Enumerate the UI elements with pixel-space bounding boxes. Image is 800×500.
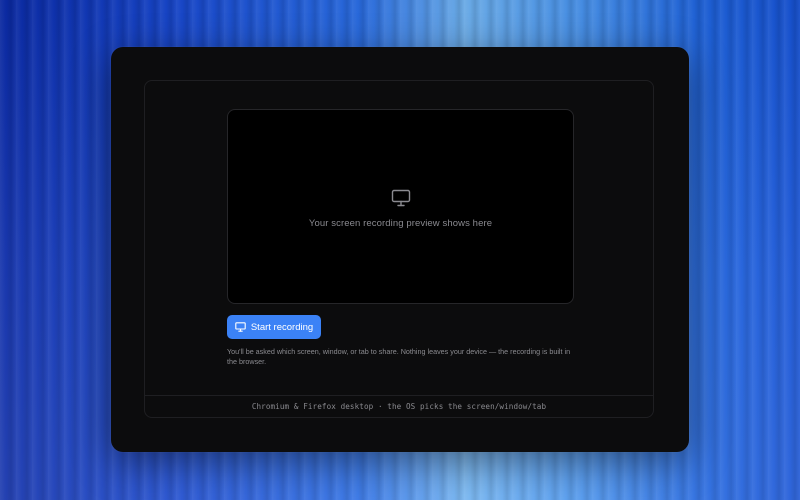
- app-window: Your screen recording preview shows here…: [111, 47, 689, 452]
- share-help-text: You'll be asked which screen, window, or…: [227, 347, 571, 366]
- monitor-icon: [235, 322, 246, 332]
- preview-placeholder-text: Your screen recording preview shows here: [308, 218, 493, 229]
- footer-divider: [145, 395, 653, 396]
- browser-support-note: Chromium & Firefox desktop · the OS pick…: [251, 402, 547, 411]
- recorder-panel: Your screen recording preview shows here…: [144, 80, 654, 418]
- start-recording-label: Start recording: [250, 321, 314, 333]
- recording-preview: Your screen recording preview shows here: [227, 109, 574, 304]
- start-recording-button[interactable]: Start recording: [227, 315, 321, 339]
- monitor-icon: [391, 189, 410, 207]
- preview-placeholder: Your screen recording preview shows here: [228, 189, 573, 229]
